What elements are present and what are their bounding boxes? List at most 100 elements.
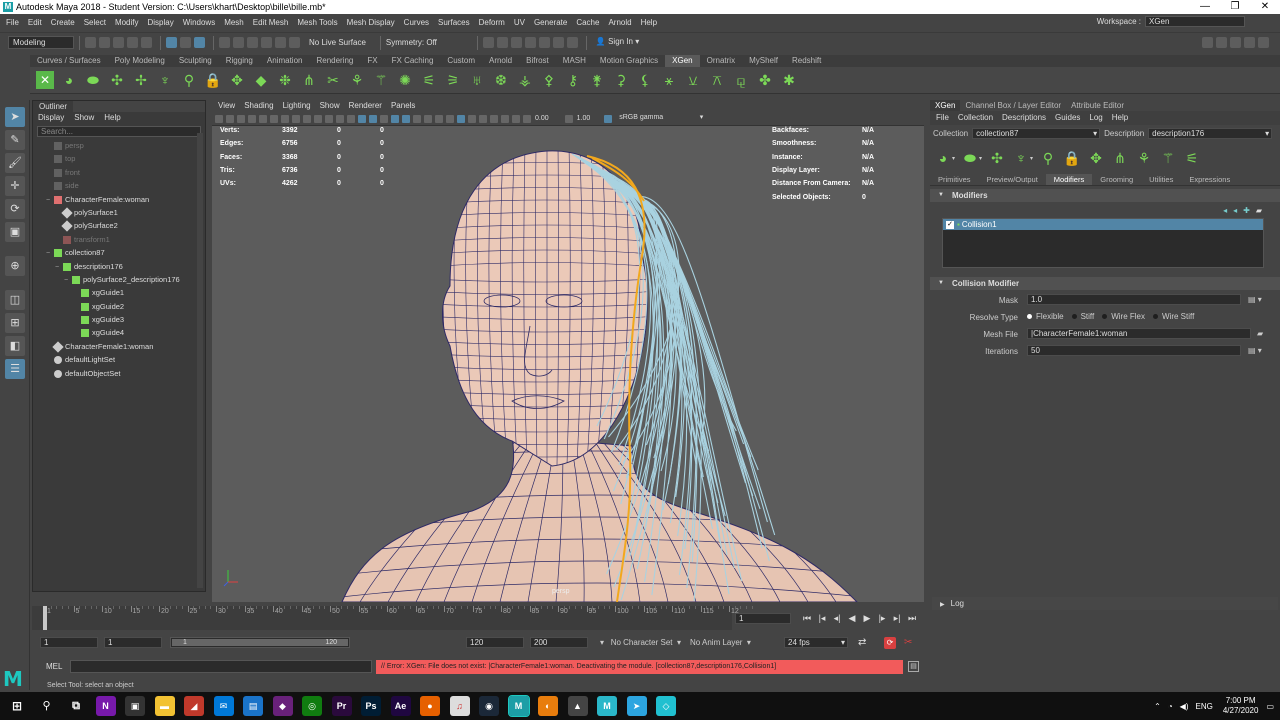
iterations-expression-icon[interactable]: ▤ ▾ (1248, 346, 1262, 355)
mail-icon[interactable]: ✉ (213, 696, 234, 716)
render-icon[interactable] (496, 37, 508, 48)
scale-tool-icon[interactable]: ▣ (5, 222, 25, 242)
xgen-menu-log[interactable]: Log (1089, 111, 1102, 125)
menu-deform[interactable]: Deform (479, 18, 505, 27)
outliner-item[interactable]: polySurface2 (33, 219, 205, 233)
menu-display[interactable]: Display (148, 18, 174, 27)
menu-generate[interactable]: Generate (534, 18, 567, 27)
minimize-button[interactable]: — (1190, 0, 1220, 14)
menu-curves[interactable]: Curves (404, 18, 429, 27)
xgen-subtab-preview-output[interactable]: Preview/Output (979, 174, 1046, 185)
menu-surfaces[interactable]: Surfaces (438, 18, 470, 27)
select-by-hierarchy-icon[interactable] (166, 37, 177, 48)
clear-preview-icon[interactable]: ⚟ (1183, 149, 1201, 167)
xbox-icon[interactable]: ◎ (302, 696, 322, 716)
guide-shelf-icon[interactable]: ⚻ (708, 71, 726, 89)
menu-cache[interactable]: Cache (576, 18, 599, 27)
guides-to-curves-icon[interactable]: ⋔ (1111, 149, 1129, 167)
curves-to-guides-icon[interactable]: ⚘ (1135, 149, 1153, 167)
radio-button[interactable] (1102, 314, 1108, 319)
mesh-file-input[interactable]: |CharacterFemale1:woman (1027, 328, 1251, 339)
radio-button[interactable] (1071, 314, 1077, 319)
render-view-icon[interactable] (482, 37, 494, 48)
outliner-item[interactable]: xgGuide3 (33, 313, 205, 326)
xgen-subtab-primitives[interactable]: Primitives (930, 174, 979, 185)
description-dropdown[interactable]: description176 ▾ (1148, 127, 1273, 139)
cut-icon[interactable]: ✂ (324, 71, 342, 89)
select-by-component-icon[interactable] (194, 37, 205, 48)
maya-alt-icon[interactable]: M (597, 696, 617, 716)
perspective-viewport[interactable]: Verts: 3392 0 0 Edges: 6756 0 0 Faces: 3368 0 0 Tris… (212, 126, 924, 602)
redo-icon[interactable] (141, 37, 152, 48)
outliner-tab[interactable]: Outliner (33, 101, 74, 112)
resolution-gate-icon[interactable] (303, 114, 311, 123)
lock-guide-icon[interactable]: 🔒 (1063, 149, 1081, 167)
grid-icon[interactable] (281, 114, 289, 123)
task-view-icon[interactable]: ⧉ (66, 696, 86, 716)
current-frame-input[interactable]: 1 (735, 612, 791, 624)
shadows-icon[interactable] (424, 114, 432, 123)
range-slider-handle[interactable] (172, 639, 348, 646)
view-transform-dropdown[interactable]: sRGB gamma ▾ (615, 113, 708, 124)
select-by-object-icon[interactable] (180, 37, 191, 48)
itunes-icon[interactable]: ♫ (449, 696, 470, 716)
twist-icon[interactable]: ♅ (468, 71, 486, 89)
move-guide-icon[interactable]: ♆ (156, 71, 174, 89)
modifiers-section-header[interactable]: Modifiers (930, 189, 1280, 202)
menu-select[interactable]: Select (84, 18, 106, 27)
after-effects-icon[interactable]: Ae (390, 696, 411, 716)
outliner-menu-display[interactable]: Display (38, 112, 64, 124)
collection-dropdown[interactable]: collection87 ▾ (972, 127, 1101, 139)
notifications-icon[interactable]: ▭ (1266, 702, 1274, 711)
resolve-option-wire-flex[interactable]: Wire Flex (1102, 312, 1145, 321)
outliner-scrollbar[interactable] (197, 133, 203, 588)
fur-icon[interactable]: ✱ (780, 71, 798, 89)
go-to-start-icon[interactable]: ⏮ (802, 613, 812, 623)
outliner-item[interactable]: front (33, 166, 205, 179)
xray-icon[interactable] (490, 114, 498, 123)
outliner-item[interactable]: defaultLightSet (33, 353, 205, 366)
outliner-item[interactable]: persp (33, 139, 205, 152)
sculpt-guide-icon[interactable]: ⚲ (180, 71, 198, 89)
pause-icon[interactable] (566, 37, 578, 48)
menu-file[interactable]: File (6, 18, 19, 27)
outliner-item[interactable]: − description176 (33, 260, 205, 273)
play-forwards-icon[interactable]: ▶ (862, 613, 872, 623)
render-settings-icon[interactable] (524, 37, 536, 48)
viewport-menu-renderer[interactable]: Renderer (349, 100, 382, 112)
panel-tab-xgen[interactable]: XGen (930, 100, 961, 111)
grease-pencil-icon[interactable] (270, 114, 278, 123)
viewport-menu-lighting[interactable]: Lighting (283, 100, 311, 112)
step-back-key-icon[interactable]: |◂ (817, 613, 827, 623)
wifi-icon[interactable]: ◔ (1168, 702, 1173, 711)
maximize-button[interactable]: ❐ (1220, 0, 1250, 14)
exposure-value[interactable]: 0.00 (535, 115, 549, 122)
xray-components-icon[interactable] (512, 114, 520, 123)
shelf-tab-bifrost[interactable]: Bifrost (519, 55, 556, 67)
xgen-subtab-utilities[interactable]: Utilities (1141, 174, 1181, 185)
save-scene-icon[interactable] (113, 37, 124, 48)
xgen-menu-collection[interactable]: Collection (958, 111, 993, 125)
time-slider[interactable]: 1 5 10 15 20 25 30 35 40 45 50 55 60 65 70 75 80 85 90 95 10… (32, 606, 753, 630)
step-forward-frame-icon[interactable]: |▸ (877, 613, 887, 623)
stretch-icon[interactable]: ✤ (756, 71, 774, 89)
move-up-icon[interactable]: ◂ (1223, 206, 1227, 215)
menu-set-dropdown[interactable]: Modeling (8, 36, 74, 49)
preview-icon[interactable]: ⚼ (732, 71, 750, 89)
mask-expression-icon[interactable]: ▤ ▾ (1248, 295, 1262, 304)
field-chart-icon[interactable] (325, 114, 333, 123)
single-perspective-layout-icon[interactable]: ◫ (5, 290, 25, 310)
select-camera-icon[interactable] (215, 114, 223, 123)
shelf-tab-poly-modeling[interactable]: Poly Modeling (108, 55, 172, 67)
add-modifier-icon[interactable]: ✚ (1243, 206, 1250, 215)
step-back-frame-icon[interactable]: ◂| (832, 613, 842, 623)
add-guide-icon[interactable]: ✣ (988, 149, 1006, 167)
expand-toggle-icon[interactable]: − (46, 247, 54, 260)
radio-button[interactable] (1027, 314, 1032, 319)
last-tool-icon[interactable]: ⊕ (5, 256, 25, 276)
snap-view-icon[interactable] (261, 37, 272, 48)
snap-curve-icon[interactable] (233, 37, 244, 48)
radio-button[interactable] (1153, 314, 1158, 319)
shelf-tab-ornatrix[interactable]: Ornatrix (700, 55, 742, 67)
shelf-tab-motion-graphics[interactable]: Motion Graphics (593, 55, 665, 67)
